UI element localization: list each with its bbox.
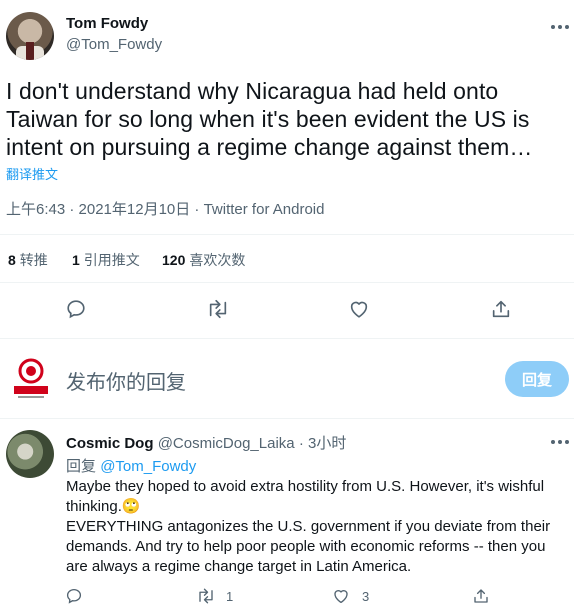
ifeng-logo (12, 356, 50, 400)
reply-author-handle[interactable]: @CosmicDog_Laika (158, 435, 295, 452)
reply-compose-input[interactable]: 发布你的回复 (66, 366, 186, 395)
divider (0, 234, 574, 235)
reply-author-avatar[interactable] (6, 430, 54, 478)
tweet-text-line-2: Taiwan for so long when it's been eviden… (6, 106, 530, 132)
likes-stat[interactable]: 120 喜欢次数 (162, 250, 245, 270)
replying-to: 回复 @Tom_Fowdy (66, 455, 196, 476)
tweet-text-line-3: intent on pursuing a regime change again… (6, 134, 533, 160)
retweets-count: 8 (8, 252, 16, 268)
retweets-label: 转推 (19, 252, 48, 268)
heart-icon[interactable] (348, 298, 370, 320)
tweet-text-line-1: I don't understand why Nicaragua had hel… (6, 78, 499, 104)
divider (0, 338, 574, 339)
author-name[interactable]: Tom Fowdy (66, 15, 148, 32)
reply-like-count: 3 (362, 589, 370, 604)
reply-retweet-count: 1 (226, 589, 234, 604)
reply-text-line-1: Maybe they hoped to avoid extra hostilit… (66, 478, 545, 495)
more-icon[interactable] (551, 433, 569, 451)
likes-count: 120 (162, 252, 186, 268)
author-avatar[interactable] (6, 12, 54, 60)
reply-author-name[interactable]: Cosmic Dog (66, 435, 154, 452)
quotes-count: 1 (72, 252, 80, 268)
quotes-stat[interactable]: 1 引用推文 (72, 250, 140, 270)
author-handle[interactable]: @Tom_Fowdy (66, 36, 162, 53)
replying-to-prefix: 回复 (66, 458, 97, 475)
tweet-timestamp[interactable]: 上午6:43 · 2021年12月10日 · Twitter for Andro… (6, 198, 324, 219)
reply-text-line-5: are always a regime change target in Lat… (66, 558, 412, 575)
translate-link[interactable]: 翻译推文 (6, 164, 58, 183)
retweet-icon[interactable] (206, 298, 228, 320)
reply-text-line-4: demands. And try to help poor people wit… (66, 538, 546, 555)
divider (0, 282, 574, 283)
quotes-label: 引用推文 (83, 252, 140, 268)
reply-time[interactable]: · 3小时 (299, 435, 347, 452)
eye-roll-emoji: 🙄 (121, 498, 141, 515)
heart-icon[interactable] (332, 587, 350, 605)
retweets-stat[interactable]: 8 转推 (8, 250, 48, 270)
reply-icon[interactable] (65, 298, 87, 320)
reply-button[interactable]: 回复 (505, 361, 569, 397)
reply-icon[interactable] (65, 587, 83, 605)
likes-label: 喜欢次数 (189, 252, 246, 268)
more-icon[interactable] (551, 18, 569, 36)
share-icon[interactable] (472, 587, 490, 605)
reply-header: Cosmic Dog @CosmicDog_Laika · 3小时 (66, 432, 346, 453)
replying-to-handle[interactable]: @Tom_Fowdy (100, 458, 196, 475)
retweet-icon[interactable] (196, 587, 216, 605)
reply-text: Maybe they hoped to avoid extra hostilit… (66, 477, 566, 577)
share-icon[interactable] (490, 298, 512, 320)
reply-text-line-3: EVERYTHING antagonizes the U.S. governme… (66, 518, 551, 535)
divider (0, 418, 574, 419)
reply-text-line-2: thinking. (66, 498, 122, 515)
